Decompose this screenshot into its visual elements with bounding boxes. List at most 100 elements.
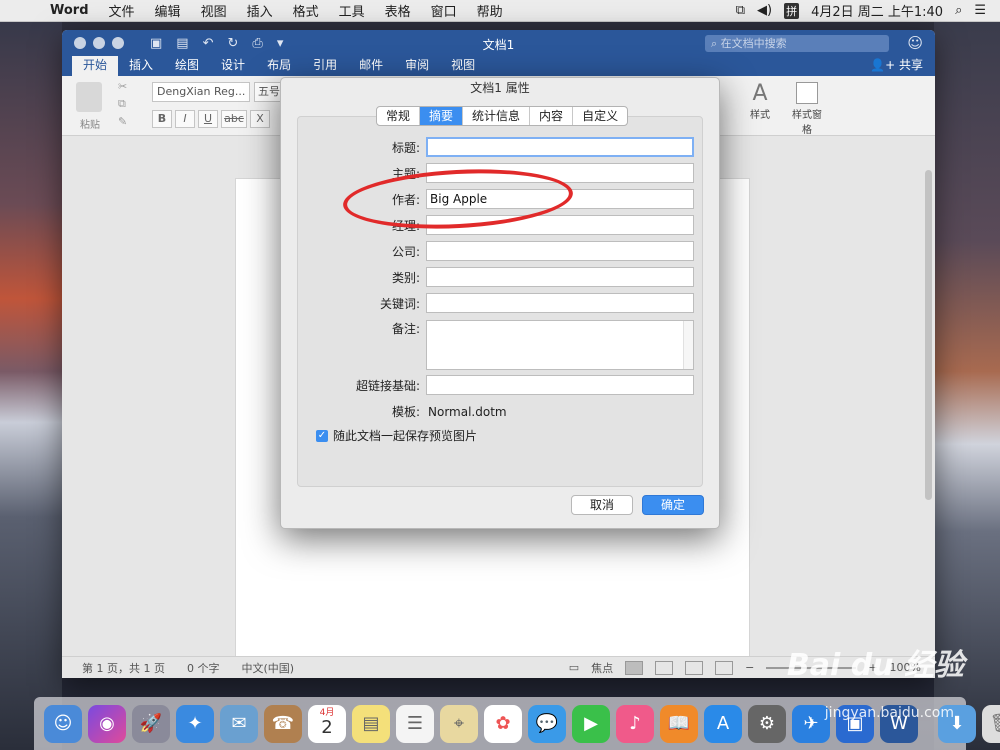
author-field[interactable]: Big Apple — [426, 189, 694, 209]
contacts-icon[interactable]: ☎ — [264, 704, 302, 743]
screen-mirror-icon[interactable]: ⧉ — [736, 3, 745, 18]
styles-label: 样式 — [750, 110, 770, 121]
tab-design[interactable]: 设计 — [210, 56, 256, 76]
app-store-icon[interactable]: A — [704, 704, 742, 743]
messages-icon[interactable]: 💬 — [528, 704, 566, 743]
cut-icon[interactable]: ✂ — [118, 80, 127, 93]
feedback-smiley-icon[interactable]: ☺ — [907, 34, 923, 52]
close-window-button[interactable] — [74, 37, 86, 49]
system-preferences-icon[interactable]: ⚙ — [748, 704, 786, 743]
web-layout-view-button[interactable] — [655, 660, 674, 675]
underline-button[interactable]: U — [198, 110, 218, 128]
styles-pane-button[interactable]: 样式窗格 — [792, 82, 822, 136]
notes-icon[interactable]: ▤ — [352, 704, 390, 743]
tab-custom[interactable]: 自定义 — [573, 107, 627, 125]
menu-file[interactable]: 文件 — [99, 1, 145, 20]
reminders-icon[interactable]: ☰ — [396, 704, 434, 743]
notification-center-icon[interactable]: ☰ — [974, 3, 986, 18]
siri-icon[interactable]: ◉ — [88, 704, 126, 743]
strikethrough-button[interactable]: abc — [221, 110, 247, 128]
title-field[interactable] — [426, 137, 694, 157]
tab-contents[interactable]: 内容 — [530, 107, 574, 125]
tab-layout[interactable]: 布局 — [256, 56, 302, 76]
minimize-window-button[interactable] — [93, 37, 105, 49]
save-icon[interactable]: ▤ — [176, 36, 188, 51]
menu-help[interactable]: 帮助 — [467, 1, 513, 20]
spotlight-icon[interactable]: ⌕ — [955, 3, 962, 18]
cancel-button[interactable]: 取消 — [571, 495, 633, 515]
ibooks-icon[interactable]: 📖 — [660, 704, 698, 743]
share-button[interactable]: 👤+ 共享 — [858, 56, 935, 76]
tab-insert[interactable]: 插入 — [118, 56, 164, 76]
zoom-window-button[interactable] — [112, 37, 124, 49]
styles-icon: A — [752, 81, 768, 106]
paste-button[interactable] — [76, 82, 102, 112]
redo-icon[interactable]: ↻ — [228, 36, 239, 51]
undo-icon[interactable]: ↶ — [203, 36, 214, 51]
menu-app-word[interactable]: Word — [40, 3, 99, 18]
draft-view-button[interactable] — [715, 660, 734, 675]
menu-view[interactable]: 视图 — [191, 1, 237, 20]
itunes-icon[interactable]: ♪ — [616, 704, 654, 743]
comments-scrollbar[interactable] — [683, 321, 693, 369]
outline-view-button[interactable] — [685, 660, 704, 675]
sidebar-toggle-icon[interactable]: ▣ — [150, 36, 162, 51]
clear-format-button[interactable]: X — [250, 110, 270, 128]
ok-button[interactable]: 确定 — [642, 495, 704, 515]
launchpad-icon[interactable]: 🚀 — [132, 704, 170, 743]
search-placeholder: 在文档中搜索 — [720, 37, 787, 50]
customize-toolbar-icon[interactable]: ▾ — [277, 36, 284, 51]
document-search-input[interactable]: ⌕ 在文档中搜索 — [705, 35, 889, 52]
format-painter-icon[interactable]: ✎ — [118, 115, 127, 128]
finder-icon[interactable]: ☺ — [44, 704, 82, 743]
maps-icon[interactable]: ⌖ — [440, 704, 478, 743]
focus-icon[interactable]: ▭ — [569, 661, 579, 674]
menu-insert[interactable]: 插入 — [237, 1, 283, 20]
keywords-field[interactable] — [426, 293, 694, 313]
italic-button[interactable]: I — [175, 110, 195, 128]
vertical-scrollbar[interactable] — [925, 170, 932, 500]
template-row: 模板: Normal.dotm — [298, 403, 507, 420]
menu-edit[interactable]: 编辑 — [145, 1, 191, 20]
copy-icon[interactable]: ⧉ — [118, 97, 127, 111]
company-field[interactable] — [426, 241, 694, 261]
focus-label[interactable]: 焦点 — [591, 660, 613, 676]
tab-mailings[interactable]: 邮件 — [348, 56, 394, 76]
hyperlink-base-field[interactable] — [426, 375, 694, 395]
safari-icon[interactable]: ✦ — [176, 704, 214, 743]
tab-general[interactable]: 常规 — [377, 107, 421, 125]
photos-icon[interactable]: ✿ — [484, 704, 522, 743]
menu-tools[interactable]: 工具 — [329, 1, 375, 20]
tab-draw[interactable]: 绘图 — [164, 56, 210, 76]
font-name-select[interactable]: DengXian Reg... — [152, 82, 250, 102]
save-preview-checkbox[interactable]: ✓ — [316, 429, 328, 442]
bold-button[interactable]: B — [152, 110, 172, 128]
tab-statistics[interactable]: 统计信息 — [463, 107, 531, 125]
subject-field[interactable] — [426, 163, 694, 183]
category-label: 类别: — [391, 270, 420, 285]
manager-field[interactable] — [426, 215, 694, 235]
category-field[interactable] — [426, 267, 694, 287]
mail-icon[interactable]: ✉ — [220, 704, 258, 743]
print-layout-view-button[interactable] — [625, 660, 644, 675]
tab-view[interactable]: 视图 — [440, 56, 486, 76]
menu-window[interactable]: 窗口 — [421, 1, 467, 20]
save-preview-row[interactable]: ✓ 随此文档一起保存预览图片 — [316, 427, 477, 444]
zoom-out-icon[interactable]: − — [745, 661, 754, 674]
menubar-clock[interactable]: 4月2日 周二 上午1:40 — [811, 1, 943, 20]
tab-references[interactable]: 引用 — [302, 56, 348, 76]
tab-home[interactable]: 开始 — [72, 53, 119, 76]
comments-field[interactable] — [426, 320, 694, 370]
facetime-icon[interactable]: ▶ — [572, 704, 610, 743]
menu-table[interactable]: 表格 — [375, 1, 421, 20]
tab-summary[interactable]: 摘要 — [420, 107, 464, 125]
tab-review[interactable]: 审阅 — [394, 56, 440, 76]
trash-icon[interactable]: 🗑 — [982, 704, 1000, 743]
input-method-indicator[interactable]: 拼 — [784, 2, 800, 19]
font-size-select[interactable]: 五号 — [254, 82, 282, 102]
volume-icon[interactable]: ◀) — [757, 3, 772, 18]
print-icon[interactable]: ⎙ — [252, 36, 262, 51]
styles-button[interactable]: A 样式 — [750, 81, 770, 122]
menu-format[interactable]: 格式 — [283, 1, 329, 20]
calendar-icon[interactable]: 4月 2 — [308, 704, 346, 743]
